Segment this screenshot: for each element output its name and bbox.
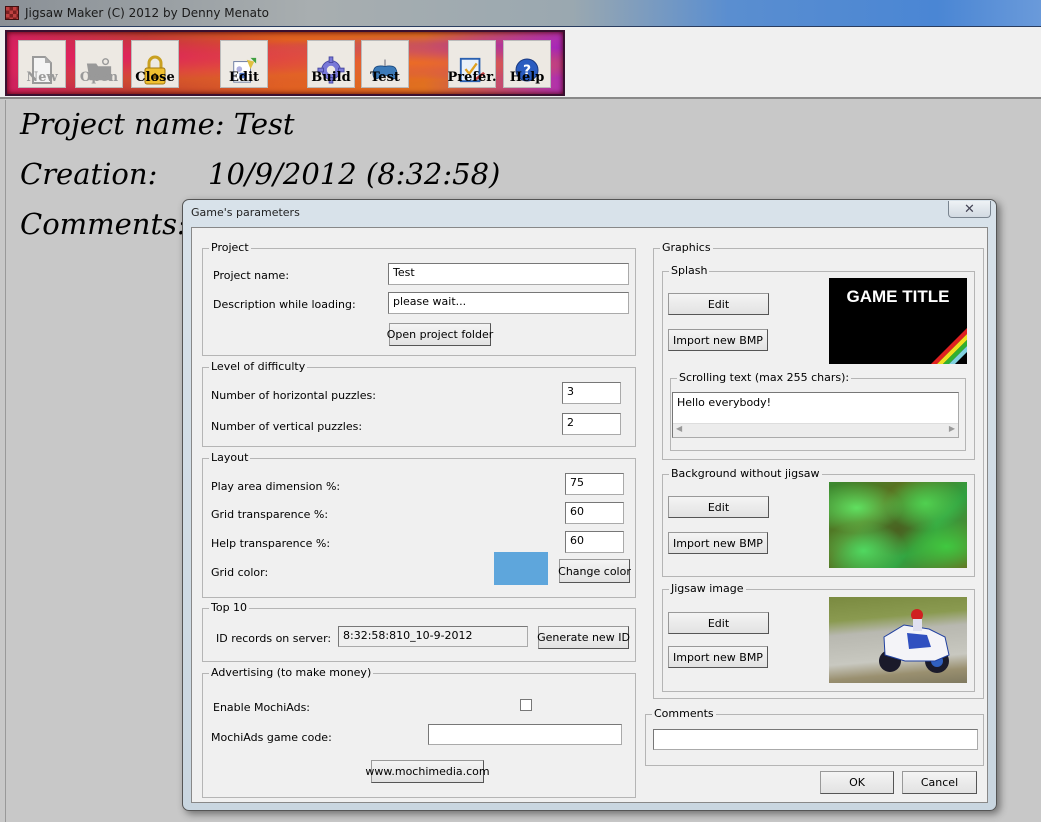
- scroll-left-icon[interactable]: ◀: [676, 424, 682, 433]
- enable-mochiads-label: Enable MochiAds:: [213, 701, 311, 714]
- splash-edit-button[interactable]: Edit: [668, 293, 769, 315]
- background-edit-button[interactable]: Edit: [668, 496, 769, 518]
- help-transparence-input[interactable]: 60: [565, 531, 624, 553]
- vertical-puzzles-label: Number of vertical puzzles:: [211, 420, 363, 433]
- help-transparence-label: Help transparence %:: [211, 537, 331, 550]
- main-toolbar: New Open Close Edit Build Test Prefer. ?…: [5, 30, 565, 96]
- cancel-button[interactable]: Cancel: [902, 771, 977, 794]
- edit-button[interactable]: Edit: [220, 40, 268, 88]
- jigsaw-preview: [829, 597, 967, 683]
- scrolling-text-input[interactable]: Hello everybody! ◀ ▶: [672, 392, 959, 438]
- background-preview: [829, 482, 967, 568]
- help-button[interactable]: ? Help: [503, 40, 551, 88]
- test-button[interactable]: Test: [361, 40, 409, 88]
- project-name-field-label: Project name:: [213, 269, 290, 282]
- difficulty-group: Level of difficulty: [202, 360, 636, 447]
- dialog-title: Game's parameters: [191, 206, 300, 219]
- top10-group-legend: Top 10: [209, 601, 250, 615]
- advertising-group-legend: Advertising (to make money): [209, 666, 374, 680]
- splash-preview: GAME TITLE: [829, 278, 967, 364]
- motorcycle-image: [879, 609, 950, 673]
- comments-group-legend: Comments: [652, 707, 716, 721]
- preferences-button[interactable]: Prefer.: [448, 40, 496, 88]
- window-titlebar: Jigsaw Maker (C) 2012 by Denny Menato: [0, 0, 1041, 27]
- splash-preview-title: GAME TITLE: [846, 287, 950, 306]
- scroll-right-icon[interactable]: ▶: [949, 424, 955, 433]
- change-color-button[interactable]: Change color: [558, 559, 631, 583]
- close-icon: ✕: [964, 201, 975, 217]
- scrolling-text-legend: Scrolling text (max 255 chars):: [677, 371, 852, 385]
- horizontal-scrollbar[interactable]: ◀ ▶: [673, 423, 958, 437]
- enable-mochiads-checkbox[interactable]: [520, 699, 532, 711]
- new-button[interactable]: New: [18, 40, 66, 88]
- creation-value: 10/9/2012 (8:32:58): [208, 157, 501, 191]
- project-name-value: Test: [233, 107, 295, 141]
- horizontal-puzzles-label: Number of horizontal puzzles:: [211, 389, 376, 402]
- description-label: Description while loading:: [213, 298, 356, 311]
- id-records-field: 8:32:58:810_10-9-2012: [338, 626, 528, 647]
- project-group-legend: Project: [209, 241, 251, 255]
- description-input[interactable]: please wait...: [388, 292, 629, 314]
- background-import-button[interactable]: Import new BMP: [668, 532, 768, 554]
- horizontal-puzzles-input[interactable]: 3: [562, 382, 621, 404]
- grid-transparence-input[interactable]: 60: [565, 502, 624, 524]
- window-title: Jigsaw Maker (C) 2012 by Denny Menato: [25, 6, 270, 20]
- background-group-legend: Background without jigsaw: [669, 467, 822, 481]
- dialog-body: Project Project name: Test Description w…: [191, 227, 988, 803]
- play-area-input[interactable]: 75: [565, 473, 624, 495]
- comments-label: Comments:: [20, 207, 187, 241]
- play-area-label: Play area dimension %:: [211, 480, 341, 493]
- splash-group-legend: Splash: [669, 264, 710, 278]
- jigsaw-import-button[interactable]: Import new BMP: [668, 646, 768, 668]
- id-records-label: ID records on server:: [216, 632, 332, 645]
- grid-transparence-label: Grid transparence %:: [211, 508, 329, 521]
- difficulty-group-legend: Level of difficulty: [209, 360, 308, 374]
- open-project-folder-button[interactable]: Open project folder: [387, 323, 493, 346]
- ok-button[interactable]: OK: [820, 771, 894, 794]
- layout-group-legend: Layout: [209, 451, 251, 465]
- app-icon: [5, 6, 19, 20]
- comments-input[interactable]: [653, 729, 978, 750]
- jigsaw-edit-button[interactable]: Edit: [668, 612, 769, 634]
- project-name-label: Project name: Test: [20, 107, 295, 141]
- game-parameters-dialog: Game's parameters ✕ Project Project name…: [182, 199, 997, 811]
- grid-color-label: Grid color:: [211, 566, 269, 579]
- mochimedia-link-button[interactable]: www.mochimedia.com: [365, 760, 490, 783]
- dialog-close-button[interactable]: ✕: [948, 201, 991, 218]
- project-name-input[interactable]: Test: [388, 263, 629, 285]
- mochiads-code-label: MochiAds game code:: [211, 731, 332, 744]
- generate-new-id-button[interactable]: Generate new ID: [537, 626, 630, 649]
- grid-color-swatch: [494, 552, 548, 585]
- build-button[interactable]: Build: [307, 40, 355, 88]
- mochiads-code-input[interactable]: [428, 724, 622, 745]
- close-button[interactable]: Close: [131, 40, 179, 88]
- vertical-puzzles-input[interactable]: 2: [562, 413, 621, 435]
- open-button[interactable]: Open: [75, 40, 123, 88]
- splash-import-button[interactable]: Import new BMP: [668, 329, 768, 351]
- creation-label: Creation:: [20, 157, 158, 191]
- graphics-group-legend: Graphics: [660, 241, 713, 255]
- rainbow-stripes-icon: [931, 328, 967, 364]
- jigsaw-image-group-legend: Jigsaw image: [669, 582, 746, 596]
